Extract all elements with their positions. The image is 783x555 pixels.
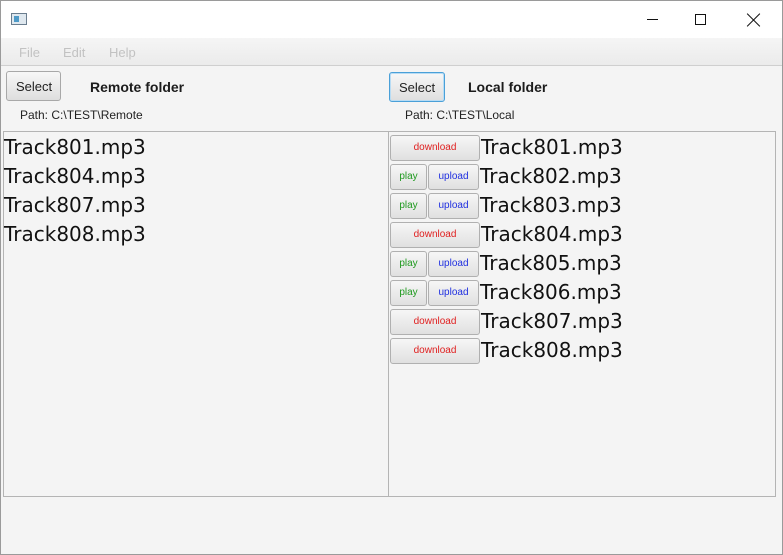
local-track-row: play upload Track803.mp3: [389, 191, 623, 220]
local-folder-title: Local folder: [468, 79, 548, 95]
local-track-list[interactable]: download Track801.mp3 play upload Track802.m…: [388, 131, 776, 497]
minimize-button[interactable]: [629, 1, 675, 38]
app-icon: [11, 13, 27, 25]
remote-folder-title: Remote folder: [90, 79, 185, 95]
remote-list: Track801.mp3 Track804.mp3 Track807.mp3 Trac…: [4, 133, 146, 249]
local-track-row: download Track808.mp3: [389, 336, 623, 365]
menu-edit[interactable]: Edit: [63, 45, 85, 60]
play-button[interactable]: play: [390, 163, 427, 190]
select-remote-button[interactable]: Select: [6, 71, 61, 101]
upload-button[interactable]: upload: [428, 192, 479, 219]
local-path-label: Path: C:\TEST\Local: [405, 108, 515, 122]
maximize-icon: [694, 14, 706, 25]
upload-button[interactable]: upload: [428, 163, 479, 190]
local-track-name[interactable]: Track808.mp3: [481, 336, 623, 365]
close-icon: [747, 13, 761, 27]
menu-file[interactable]: File: [19, 45, 40, 60]
play-button[interactable]: play: [390, 250, 427, 277]
local-track-row: download Track801.mp3: [389, 133, 623, 162]
download-button[interactable]: download: [390, 134, 480, 161]
menu-bar: File Edit Help: [1, 38, 782, 66]
play-button[interactable]: play: [390, 279, 427, 306]
upload-button[interactable]: upload: [428, 279, 479, 306]
menu-help[interactable]: Help: [109, 45, 136, 60]
close-button[interactable]: [731, 1, 777, 38]
play-button[interactable]: play: [390, 192, 427, 219]
remote-track-item[interactable]: Track801.mp3: [4, 133, 146, 162]
remote-path-label: Path: C:\TEST\Remote: [20, 108, 143, 122]
local-track-name[interactable]: Track805.mp3: [480, 249, 622, 278]
local-track-row: download Track804.mp3: [389, 220, 623, 249]
local-track-name[interactable]: Track804.mp3: [481, 220, 623, 249]
remote-track-list[interactable]: Track801.mp3 Track804.mp3 Track807.mp3 Trac…: [3, 131, 389, 497]
local-track-row: play upload Track802.mp3: [389, 162, 623, 191]
upload-button[interactable]: upload: [428, 250, 479, 277]
download-button[interactable]: download: [390, 221, 480, 248]
remote-track-item[interactable]: Track807.mp3: [4, 191, 146, 220]
local-track-name[interactable]: Track803.mp3: [480, 191, 622, 220]
app-window: File Edit Help Select Remote folder Path…: [0, 0, 783, 555]
local-track-row: play upload Track806.mp3: [389, 278, 623, 307]
local-track-name[interactable]: Track806.mp3: [480, 278, 622, 307]
local-list: download Track801.mp3 play upload Track802.m…: [389, 133, 623, 365]
remote-track-item[interactable]: Track808.mp3: [4, 220, 146, 249]
title-bar: [1, 1, 782, 38]
local-track-name[interactable]: Track807.mp3: [481, 307, 623, 336]
download-button[interactable]: download: [390, 337, 480, 364]
local-track-name[interactable]: Track802.mp3: [480, 162, 622, 191]
local-track-row: download Track807.mp3: [389, 307, 623, 336]
local-track-name[interactable]: Track801.mp3: [481, 133, 623, 162]
local-track-row: play upload Track805.mp3: [389, 249, 623, 278]
remote-track-item[interactable]: Track804.mp3: [4, 162, 146, 191]
minimize-icon: [646, 19, 658, 20]
maximize-button[interactable]: [677, 1, 723, 38]
select-local-button[interactable]: Select: [389, 72, 445, 102]
download-button[interactable]: download: [390, 308, 480, 335]
